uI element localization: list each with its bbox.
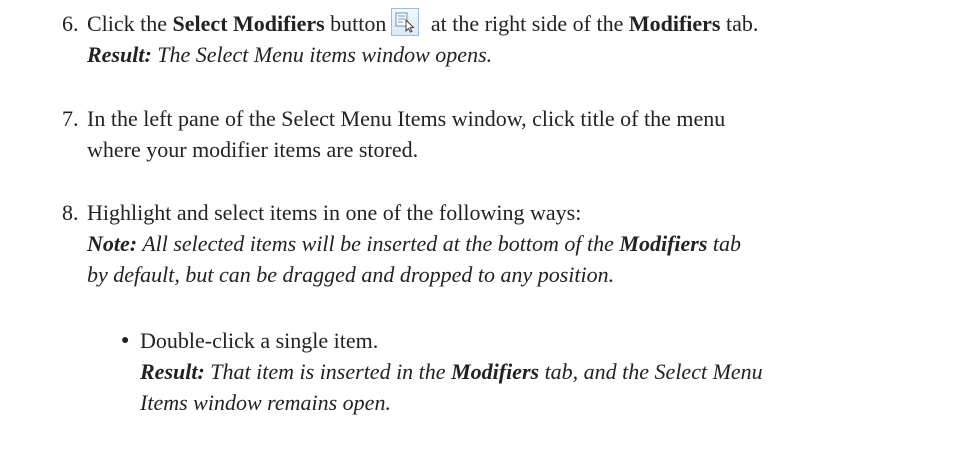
select-modifiers-label: Select Modifiers bbox=[172, 11, 325, 36]
step-7-line-1: In the left pane of the Select Menu Item… bbox=[87, 106, 726, 131]
step-number: 6. bbox=[62, 11, 79, 36]
select-modifiers-icon bbox=[391, 8, 420, 36]
bullet-result: Result: That item is inserted in the Mod… bbox=[140, 359, 763, 384]
bullet-text: Double-click a single item. bbox=[140, 328, 379, 353]
step-8-note: Note: All selected items will be inserte… bbox=[87, 231, 742, 256]
step-number: 8. bbox=[62, 200, 79, 225]
step-8-note-line-2: by default, but can be dragged and dropp… bbox=[87, 262, 615, 287]
bullet-icon: ● bbox=[121, 333, 130, 348]
bullet-result-line-2: Items window remains open. bbox=[140, 390, 391, 415]
modifiers-tab-label: Modifiers bbox=[628, 11, 721, 36]
step-7-line-2: where your modifier items are stored. bbox=[87, 137, 419, 162]
step-6-result: Result: The Select Menu items window ope… bbox=[87, 42, 493, 67]
step-6-instruction: Click the Select Modifiers button at the… bbox=[87, 8, 758, 39]
step-number: 7. bbox=[62, 106, 79, 131]
step-8-line-1: Highlight and select items in one of the… bbox=[87, 200, 582, 225]
